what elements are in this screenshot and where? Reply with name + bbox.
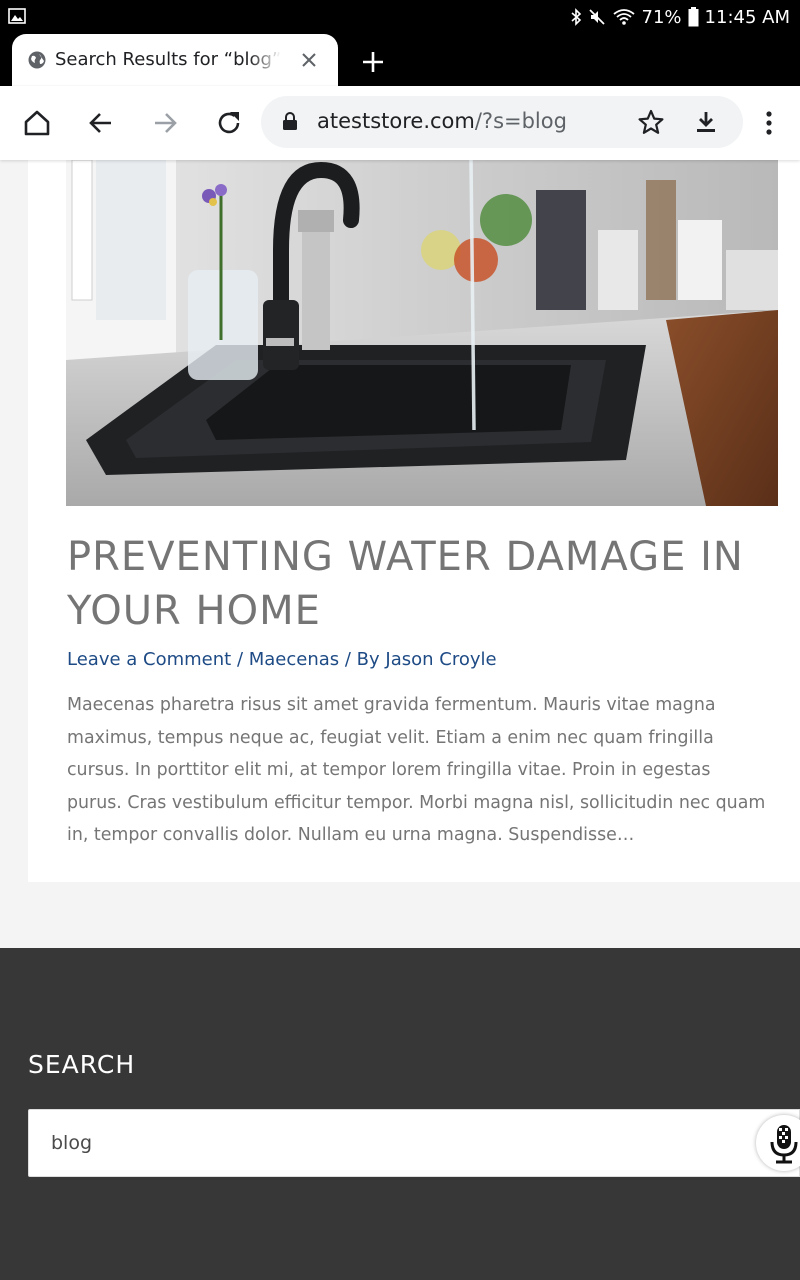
post-card: PREVENTING WATER DAMAGE IN YOUR HOME Lea… bbox=[28, 160, 800, 882]
menu-icon[interactable] bbox=[757, 108, 781, 138]
url-text: ateststore.com/?s=blog bbox=[317, 109, 567, 133]
url-path: /?s=blog bbox=[474, 109, 567, 133]
meta-separator: / bbox=[231, 649, 249, 670]
reload-icon bbox=[218, 112, 240, 134]
page-content: PREVENTING WATER DAMAGE IN YOUR HOME Lea… bbox=[0, 160, 800, 1280]
microphone-icon bbox=[770, 1125, 798, 1164]
back-button[interactable] bbox=[86, 108, 116, 138]
reload-button[interactable] bbox=[214, 108, 244, 138]
post-featured-image[interactable] bbox=[66, 160, 778, 506]
battery-icon bbox=[688, 7, 699, 27]
wifi-icon bbox=[612, 9, 635, 25]
comments-link[interactable]: Leave a Comment bbox=[67, 649, 231, 670]
post-title[interactable]: PREVENTING WATER DAMAGE IN YOUR HOME bbox=[67, 530, 767, 638]
post-excerpt: Maecenas pharetra risus sit amet gravida… bbox=[67, 695, 766, 845]
tab-title: Search Results for “blog” – A Test Store bbox=[55, 49, 281, 70]
search-input[interactable] bbox=[28, 1109, 800, 1177]
site-footer: SEARCH bbox=[0, 948, 800, 1280]
globe-icon bbox=[28, 51, 46, 69]
forward-icon bbox=[155, 113, 177, 133]
bluetooth-icon bbox=[571, 8, 581, 26]
clock: 11:45 AM bbox=[704, 6, 790, 28]
search-widget-title: SEARCH bbox=[28, 1050, 136, 1079]
address-bar[interactable]: ateststore.com/?s=blog bbox=[261, 96, 743, 148]
download-icon[interactable] bbox=[693, 109, 719, 135]
battery-percent: 71% bbox=[641, 6, 682, 28]
browser-toolbar: ateststore.com/?s=blog bbox=[0, 86, 800, 160]
close-tab-icon[interactable] bbox=[298, 49, 320, 71]
url-host: ateststore.com bbox=[317, 109, 475, 133]
back-icon bbox=[89, 113, 111, 133]
star-icon[interactable] bbox=[638, 109, 664, 135]
home-icon bbox=[24, 110, 50, 136]
gallery-icon bbox=[8, 8, 26, 24]
home-button[interactable] bbox=[22, 108, 52, 138]
meta-by: / By bbox=[339, 649, 386, 670]
lock-icon bbox=[283, 112, 297, 130]
tab-strip: Search Results for “blog” – A Test Store bbox=[0, 34, 800, 86]
new-tab-icon[interactable] bbox=[360, 49, 386, 75]
forward-button[interactable] bbox=[150, 108, 180, 138]
post-meta: Leave a Comment / Maecenas / By Jason Cr… bbox=[67, 649, 497, 670]
tab-search-results[interactable]: Search Results for “blog” – A Test Store bbox=[12, 34, 338, 86]
author-link[interactable]: Jason Croyle bbox=[385, 649, 496, 670]
mute-icon bbox=[588, 9, 605, 25]
status-bar: 71% 11:45 AM bbox=[0, 0, 800, 34]
voice-search-button[interactable] bbox=[756, 1115, 800, 1171]
category-link[interactable]: Maecenas bbox=[249, 649, 339, 670]
